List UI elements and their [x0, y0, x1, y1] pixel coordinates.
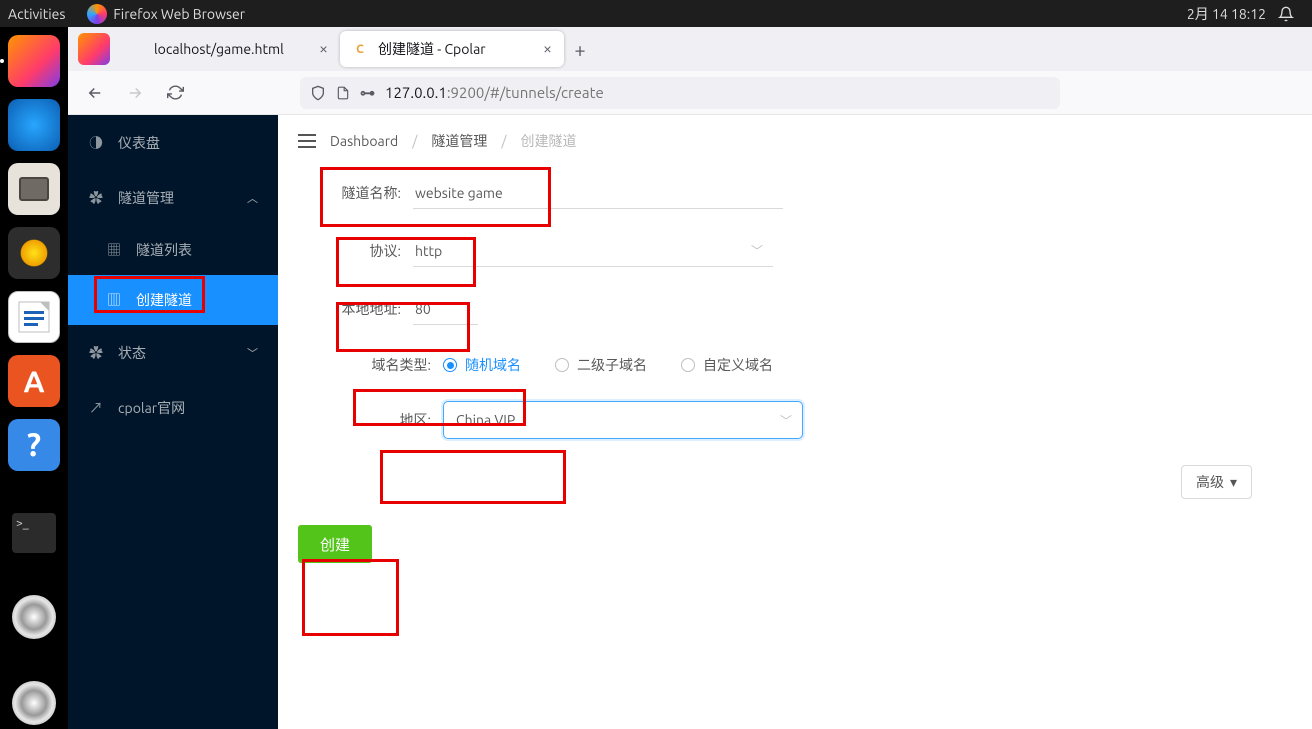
current-app-indicator[interactable]: Firefox Web Browser	[87, 4, 245, 24]
back-button[interactable]	[80, 78, 110, 108]
key-icon: ⊶	[360, 84, 375, 102]
browser-tab-2[interactable]: C 创建隧道 - Cpolar ×	[340, 31, 564, 67]
browser-tab-1[interactable]: localhost/game.html ×	[116, 31, 340, 67]
new-tab-button[interactable]: +	[564, 33, 596, 65]
dock-ubuntu-software[interactable]: A	[8, 355, 60, 407]
caret-down-icon: ▾	[1230, 474, 1237, 491]
create-tunnel-form: 隧道名称: 协议: http ﹀ 本地地址: 域名类型:	[278, 167, 1312, 619]
crumb-dashboard[interactable]: Dashboard	[330, 133, 398, 149]
activities-button[interactable]: Activities	[8, 6, 65, 22]
dock-rhythmbox[interactable]	[8, 227, 60, 279]
tunnel-name-label: 隧道名称:	[298, 183, 413, 203]
region-select[interactable]: China VIP ﹀	[443, 401, 803, 439]
radio-custom-domain[interactable]: 自定义域名	[681, 355, 773, 375]
chevron-down-icon: ﹀	[780, 412, 792, 429]
chevron-down-icon: ﹀	[751, 242, 763, 259]
cpolar-favicon: C	[352, 41, 368, 57]
page-icon	[336, 85, 350, 101]
local-addr-input[interactable]	[413, 293, 478, 325]
notification-bell-icon[interactable]	[1278, 6, 1294, 22]
shield-icon	[310, 85, 326, 101]
browser-tab-strip: localhost/game.html × C 创建隧道 - Cpolar × …	[68, 27, 1312, 71]
cpolar-app: ◑ 仪表盘 ✿ 隧道管理 ︿ ▦ 隧道列表 ▥ 创建隧道 ✿ 状态 ﹀	[68, 115, 1312, 729]
app-sidebar: ◑ 仪表盘 ✿ 隧道管理 ︿ ▦ 隧道列表 ▥ 创建隧道 ✿ 状态 ﹀	[68, 115, 278, 729]
crumb-tunnel-mgmt[interactable]: 隧道管理	[431, 131, 487, 151]
close-icon[interactable]: ×	[319, 40, 328, 58]
sidebar-item-tunnel-list[interactable]: ▦ 隧道列表	[68, 225, 278, 275]
advanced-button[interactable]: 高级▾	[1181, 465, 1252, 499]
sidebar-item-tunnel-mgmt[interactable]: ✿ 隧道管理 ︿	[68, 170, 278, 225]
gear-icon: ✿	[88, 188, 104, 208]
grid-icon: ▥	[106, 290, 122, 310]
chevron-down-icon: ﹀	[247, 345, 258, 361]
dock-help[interactable]: ?	[8, 419, 60, 471]
dock-thunderbird[interactable]	[8, 99, 60, 151]
dock-files[interactable]	[8, 163, 60, 215]
close-icon[interactable]: ×	[543, 40, 552, 58]
dock-terminal[interactable]: >_	[12, 513, 56, 553]
sidebar-item-status[interactable]: ✿ 状态 ﹀	[68, 325, 278, 380]
address-bar[interactable]: ⊶ 127.0.0.1:9200/#/tunnels/create	[300, 77, 1060, 109]
os-top-bar: Activities Firefox Web Browser 2月 14 18:…	[0, 0, 1312, 27]
external-link-icon: ↗	[88, 398, 104, 418]
radio-random-domain[interactable]: 随机域名	[443, 355, 521, 375]
breadcrumb: Dashboard / 隧道管理 / 创建隧道	[278, 115, 1312, 167]
globe-icon	[128, 41, 144, 57]
create-button[interactable]: 创建	[298, 525, 372, 563]
crumb-create-tunnel: 创建隧道	[521, 131, 577, 151]
firefox-icon	[87, 4, 107, 24]
browser-toolbar: ⊶ 127.0.0.1:9200/#/tunnels/create	[68, 71, 1312, 115]
dashboard-icon: ◑	[88, 133, 104, 153]
status-icon: ✿	[88, 343, 104, 363]
region-label: 地区:	[298, 410, 443, 430]
url-text: 127.0.0.1:9200/#/tunnels/create	[385, 84, 604, 101]
forward-button[interactable]	[120, 78, 150, 108]
dock-disc-1[interactable]	[12, 595, 56, 639]
protocol-select[interactable]: http ﹀	[413, 235, 773, 267]
clock[interactable]: 2月 14 18:12	[1187, 4, 1266, 24]
firefox-logo-icon	[78, 33, 110, 65]
domain-type-radios: 随机域名 二级子域名 自定义域名	[443, 355, 773, 375]
firefox-window: localhost/game.html × C 创建隧道 - Cpolar × …	[68, 27, 1312, 729]
sidebar-item-dashboard[interactable]: ◑ 仪表盘	[68, 115, 278, 170]
chevron-up-icon: ︿	[247, 190, 258, 206]
domain-type-label: 域名类型:	[298, 355, 443, 375]
ubuntu-dock: A ? >_	[0, 27, 68, 729]
reload-button[interactable]	[160, 78, 190, 108]
tunnel-name-input[interactable]	[413, 177, 783, 209]
list-icon: ▦	[106, 240, 122, 260]
sidebar-item-cpolar-site[interactable]: ↗ cpolar官网	[68, 380, 278, 435]
dock-firefox[interactable]	[8, 35, 60, 87]
menu-toggle-icon[interactable]	[298, 134, 316, 148]
radio-subdomain[interactable]: 二级子域名	[555, 355, 647, 375]
dock-libreoffice-writer[interactable]	[8, 291, 60, 343]
sidebar-item-create-tunnel[interactable]: ▥ 创建隧道	[68, 275, 278, 325]
dock-disc-2[interactable]	[12, 681, 56, 725]
protocol-label: 协议:	[298, 241, 413, 261]
local-addr-label: 本地地址:	[298, 299, 413, 319]
app-main: Dashboard / 隧道管理 / 创建隧道 隧道名称: 协议: http ﹀	[278, 115, 1312, 729]
